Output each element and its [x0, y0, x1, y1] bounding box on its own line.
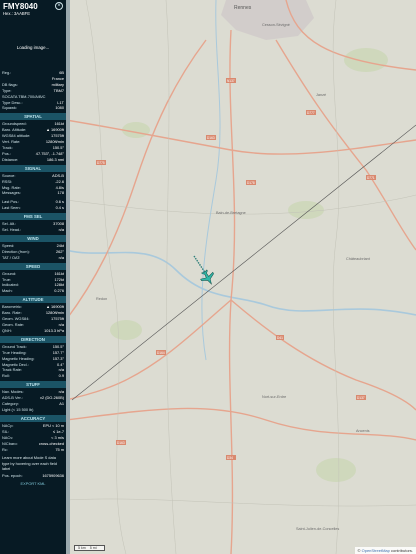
field-value: n/a: [58, 227, 64, 233]
field-value: TBM7: [53, 87, 64, 93]
section-body-spatial: Groundspeed: 161kt Baro. Altitude: ▲ 16900f…: [0, 121, 66, 162]
aircraft-photo: Loading image...: [0, 26, 66, 70]
row-light-15-500-lb: Light (< 15 500 lb): [2, 407, 64, 413]
road-label: D41: [277, 336, 283, 340]
section-header-stuff[interactable]: STUFF: [0, 381, 66, 389]
hex-code: Hex.: 3AABFE: [3, 11, 64, 17]
field-label: Distance:: [2, 156, 19, 162]
section-header-altitude[interactable]: ALTITUDE: [0, 296, 66, 304]
row-roll: Roll: 0.9: [2, 373, 64, 379]
section-body-direction: Ground Track: 150.5° True Heading: 157.7° Ma…: [0, 344, 66, 379]
field-label: TAT / OAT:: [2, 254, 21, 260]
section-header-direction[interactable]: DIRECTION: [0, 335, 66, 343]
hex-label: Hex.:: [3, 11, 13, 16]
field-value: 1080: [55, 105, 64, 111]
field-value: 186.3 nmi: [46, 156, 64, 162]
data-sections: SPATIAL Groundspeed: 161kt Baro. Altitude: ▲…: [0, 113, 66, 452]
section-body-accuracy: NACp: EPU < 10 m SIL: ≤ 1e-7 NACv: < 3 m/s NIC…: [0, 423, 66, 453]
road-label: D163: [207, 136, 215, 140]
road-label: D34: [227, 456, 233, 460]
town-label: Janzé: [316, 93, 326, 97]
row-tat-oat: TAT / OAT: n/a: [2, 255, 64, 261]
town-label: Saint-Julien-de-Concelles: [296, 527, 339, 531]
row-mach: Mach: 0.276: [2, 288, 64, 294]
field-label: Last Seen:: [2, 205, 21, 211]
town-label: Nort-sur-Erdre: [262, 395, 286, 399]
field-label: Sel. Head.:: [2, 227, 22, 233]
town-label: Redon: [96, 297, 107, 301]
field-label: Roll:: [2, 373, 10, 379]
section-header-spatial[interactable]: SPATIAL: [0, 113, 66, 121]
road-label: D163: [117, 441, 125, 445]
section-header-speed[interactable]: SPEED: [0, 262, 66, 270]
aircraft-details: Reg.: 6B France DB flags: military Type: TBM7 S…: [0, 70, 66, 111]
section-header-signal[interactable]: SIGNAL: [0, 164, 66, 172]
panel-header: FMY8040 Hex.: 3AABFE ×: [0, 0, 66, 26]
map-scale: 5 km 5 mi: [74, 545, 105, 551]
attribution-suffix: contributors.: [390, 548, 413, 553]
hex-value: 3AABFE: [13, 11, 31, 16]
info-note: Learn more about Mode S data type by hov…: [2, 455, 57, 471]
field-value: A1: [59, 401, 64, 407]
road-label: D777: [307, 111, 315, 115]
town-label: Cesson-Sévigné: [262, 23, 290, 27]
close-icon[interactable]: ×: [55, 2, 63, 10]
road-label: D775: [97, 161, 105, 165]
field-value: 75 m: [55, 446, 64, 452]
section-body-wind: Speed: 24kt Direction (from): 262° TAT / OAT…: [0, 243, 66, 261]
map-edge-divider: [66, 0, 70, 554]
town-label: Bain-de-Bretagne: [216, 211, 246, 215]
field-value: n/a: [58, 254, 64, 260]
field-label: Mach:: [2, 288, 13, 294]
field-value: 178: [57, 190, 65, 196]
town-label: Châteaubriant: [346, 257, 371, 261]
attribution-prefix: ©: [357, 548, 361, 553]
field-label: Light (< 15 500 lb): [2, 406, 34, 412]
section-header-fms-sel[interactable]: FMS SEL: [0, 213, 66, 221]
scale-mi: 5 mi: [89, 546, 97, 550]
field-label: Reg.:: [2, 70, 12, 75]
field-label: Squawk:: [2, 105, 17, 111]
row-distance: Distance: 186.3 nmi: [2, 157, 64, 163]
section-body-signal: Source: ADS-B RSSI: -22.6 Msg. Rate: 4.8/s Mes…: [0, 173, 66, 211]
section-body-fms-sel: Sel. Alt.: 37008 Sel. Head.: n/a: [0, 221, 66, 233]
row-last-seen: Last Seen: 0.4 s: [2, 205, 64, 211]
pos-epoch-label: Pos. epoch:: [2, 473, 23, 479]
section-body-altitude: Barometric: ▲ 16900ft Baro. Rate: 1280ft/mi…: [0, 304, 66, 334]
scale-km: 5 km: [78, 546, 86, 550]
field-value: 0.276: [54, 288, 64, 294]
town-label: Ancenis: [356, 429, 370, 433]
city-label: Rennes: [234, 5, 252, 11]
app-root: FMY8040 Hex.: 3AABFE × Loading image... …: [0, 0, 416, 554]
road-label: D164: [157, 351, 165, 355]
road-label: D137: [357, 396, 365, 400]
export-kml-link[interactable]: EXPORT KML: [0, 481, 66, 486]
photo-status: Loading image...: [16, 45, 50, 50]
road-label: N137: [227, 79, 235, 83]
section-body-stuff: Nav. Modes: n/a ADS-B Ver.: v2 (DO-260B) Cat…: [0, 389, 66, 413]
map-view[interactable]: Rennes Cesson-Sévigné Janzé Bain-de-Bret…: [66, 0, 416, 554]
field-value: 0.4 s: [55, 205, 64, 211]
aircraft-info-panel: FMY8040 Hex.: 3AABFE × Loading image... …: [0, 0, 66, 554]
row-squawk: Squawk: 1080: [2, 105, 64, 111]
field-label: Messages:: [2, 190, 21, 196]
pos-epoch-value: 1675909636: [42, 473, 64, 479]
section-header-wind[interactable]: WIND: [0, 234, 66, 242]
field-label: QNH:: [2, 327, 12, 333]
section-header-accuracy[interactable]: ACCURACY: [0, 414, 66, 422]
attribution-link[interactable]: OpenStreetMap: [362, 548, 390, 553]
row-sel-head: Sel. Head.: n/a: [2, 227, 64, 233]
row-qnh: QNH: 1013.3 hPa: [2, 328, 64, 334]
field-value: 0.9: [58, 373, 64, 379]
pos-epoch-row: Pos. epoch: 1675909636: [2, 473, 64, 479]
road-label: D771: [367, 176, 375, 180]
section-body-speed: Ground: 161kt True: 172kt Indicated: 128kt Mac…: [0, 271, 66, 295]
field-value: 1013.3 hPa: [44, 327, 64, 333]
field-label: Rc:: [2, 446, 8, 452]
map-attribution: © OpenStreetMap contributors.: [354, 547, 416, 554]
road-label: D178: [247, 181, 255, 185]
map-canvas[interactable]: Rennes Cesson-Sévigné Janzé Bain-de-Bret…: [66, 0, 416, 554]
